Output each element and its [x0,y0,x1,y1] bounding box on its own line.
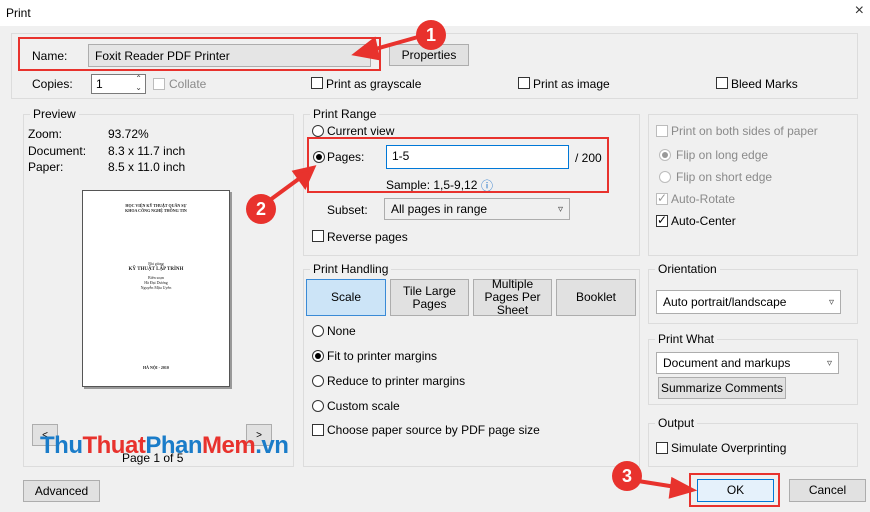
arrow-head-2 [291,165,317,191]
arrow-line-2 [268,176,302,202]
arrow-line-1 [370,35,420,52]
annotation-arrows [268,35,698,499]
print-dialog: Print × Name: Foxit Reader PDF Printer P… [0,0,870,512]
arrow-head-1 [351,36,381,61]
arrow-head-3 [668,476,698,499]
step-badge-1: 1 [416,20,446,50]
step-badge-2: 2 [246,194,276,224]
step-badge-3: 3 [612,461,642,491]
